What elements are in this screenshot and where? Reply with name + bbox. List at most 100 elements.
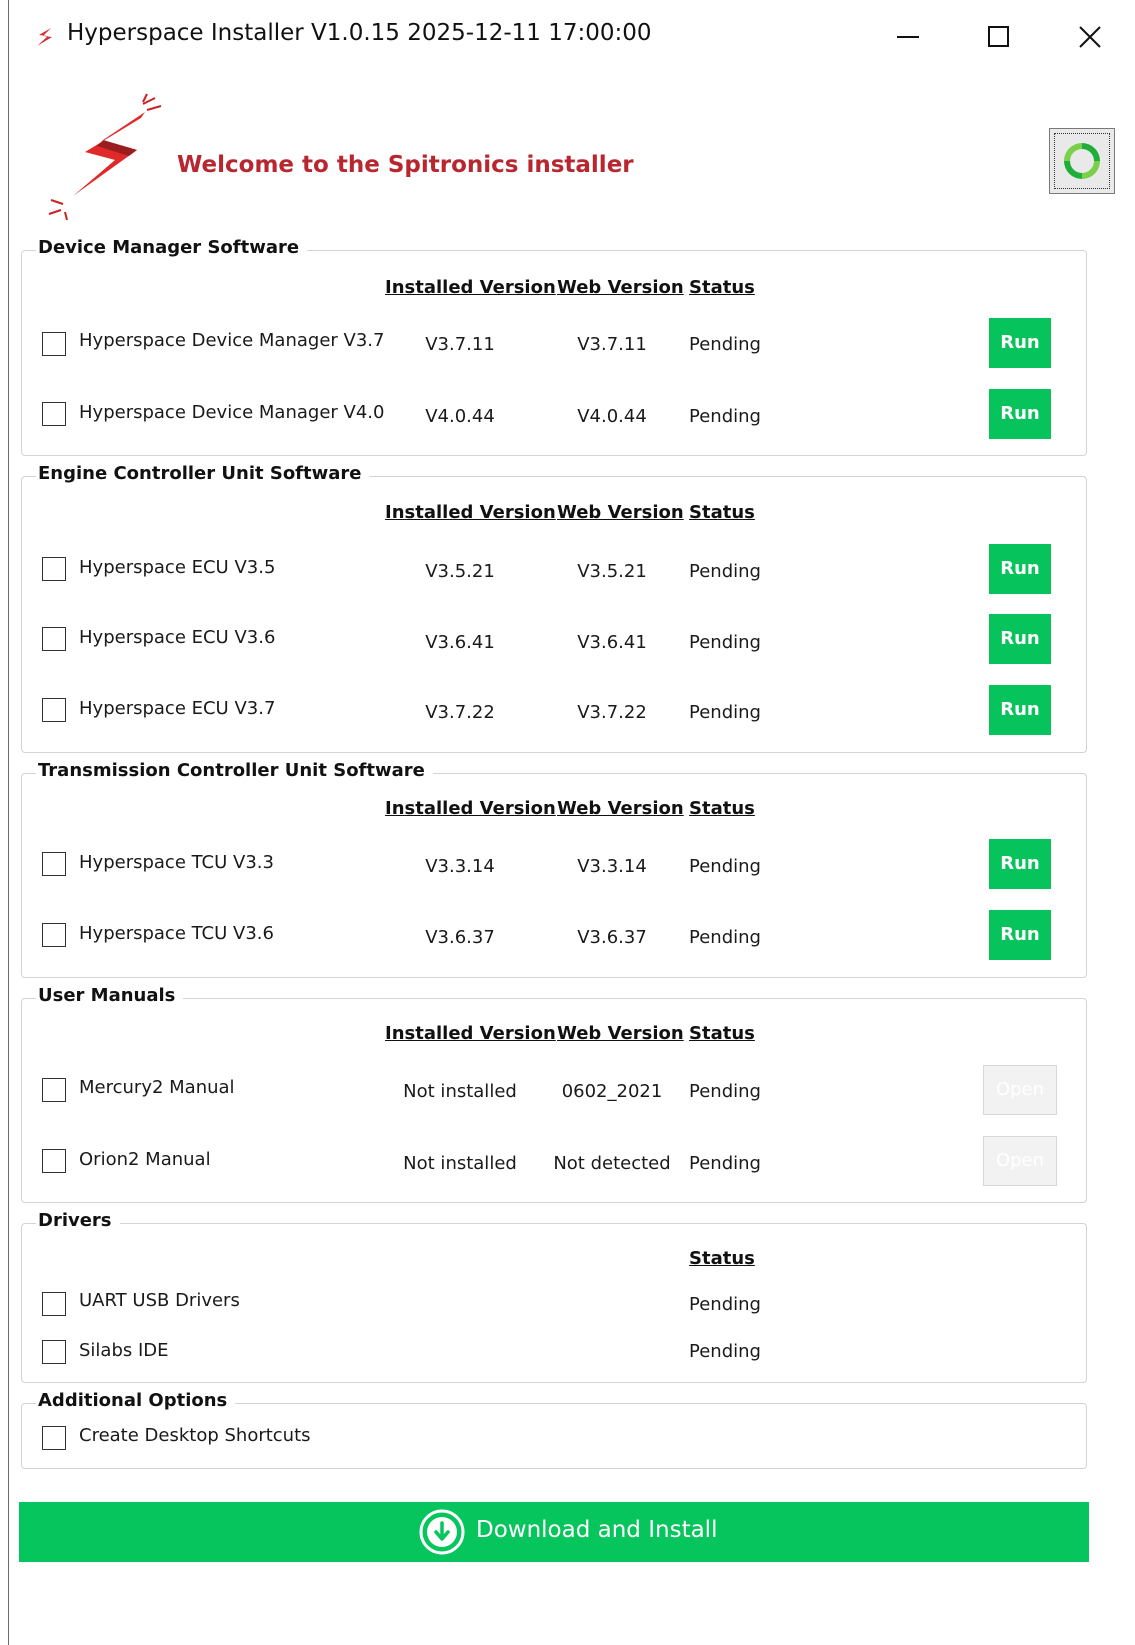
group-device-manager: Device Manager Software Installed Versio… (21, 237, 1087, 456)
installer-window: Hyperspace Installer V1.0.15 2025-12-11 … (8, 0, 1135, 1645)
status: Pending (689, 927, 761, 948)
item-name: Mercury2 Manual (79, 1077, 235, 1098)
run-button[interactable]: Run (989, 685, 1051, 735)
lightning-icon (37, 28, 52, 46)
checkbox-ecu-v37[interactable] (42, 698, 66, 722)
run-button[interactable]: Run (989, 839, 1051, 889)
status: Pending (689, 856, 761, 877)
col-status: Status (689, 502, 755, 523)
web-version: V3.6.37 (577, 927, 647, 948)
item-name: Hyperspace TCU V3.3 (79, 852, 274, 873)
run-button[interactable]: Run (989, 318, 1051, 368)
title-bar[interactable]: Hyperspace Installer V1.0.15 2025-12-11 … (9, 0, 1135, 74)
item-name: Create Desktop Shortcuts (79, 1425, 311, 1446)
col-status: Status (689, 1023, 755, 1044)
installed-version: Not installed (403, 1153, 517, 1174)
refresh-icon (1064, 143, 1100, 179)
group-label: Additional Options (36, 1390, 236, 1411)
installed-version: V3.6.37 (425, 927, 495, 948)
col-web-version: Web Version (557, 277, 684, 298)
checkbox-silabs-ide[interactable] (42, 1340, 66, 1364)
group-ecu: Engine Controller Unit Software Installe… (21, 463, 1087, 753)
item-name: UART USB Drivers (79, 1290, 240, 1311)
col-web-version: Web Version (557, 502, 684, 523)
group-user-manuals: User Manuals Installed Version Web Versi… (21, 985, 1087, 1203)
item-name: Hyperspace ECU V3.7 (79, 698, 276, 719)
status: Pending (689, 561, 761, 582)
close-icon (1079, 26, 1101, 48)
checkbox-device-manager-v37[interactable] (42, 332, 66, 356)
item-name: Hyperspace ECU V3.6 (79, 627, 276, 648)
run-button[interactable]: Run (989, 389, 1051, 439)
status: Pending (689, 1153, 761, 1174)
run-button[interactable]: Run (989, 910, 1051, 960)
group-label: Device Manager Software (36, 237, 308, 258)
web-version: V3.7.22 (577, 702, 647, 723)
open-button[interactable]: Open (983, 1065, 1057, 1115)
col-status: Status (689, 798, 755, 819)
installed-version: V3.5.21 (425, 561, 495, 582)
open-button[interactable]: Open (983, 1136, 1057, 1186)
web-version: 0602_2021 (561, 1081, 663, 1102)
installed-version: V4.0.44 (425, 406, 495, 427)
maximize-icon (988, 26, 1009, 47)
status: Pending (689, 1294, 761, 1315)
status: Pending (689, 702, 761, 723)
web-version: V3.5.21 (577, 561, 647, 582)
checkbox-ecu-v35[interactable] (42, 557, 66, 581)
window-title: Hyperspace Installer V1.0.15 2025-12-11 … (67, 20, 652, 46)
item-name: Hyperspace Device Manager V3.7 (79, 330, 385, 351)
status: Pending (689, 632, 761, 653)
checkbox-tcu-v36[interactable] (42, 923, 66, 947)
col-status: Status (689, 277, 755, 298)
web-version: V4.0.44 (577, 406, 647, 427)
checkbox-ecu-v36[interactable] (42, 627, 66, 651)
web-version: V3.3.14 (577, 856, 647, 877)
group-label: User Manuals (36, 985, 184, 1006)
run-button[interactable]: Run (989, 614, 1051, 664)
group-label: Drivers (36, 1210, 120, 1231)
installed-version: V3.7.11 (425, 334, 495, 355)
installed-version: V3.7.22 (425, 702, 495, 723)
item-name: Hyperspace ECU V3.5 (79, 557, 276, 578)
download-icon (419, 1509, 465, 1555)
installed-version: V3.6.41 (425, 632, 495, 653)
refresh-button[interactable] (1049, 128, 1115, 194)
close-button[interactable] (1046, 0, 1134, 74)
download-and-install-label: Download and Install (476, 1517, 718, 1543)
col-installed-version: Installed Version (385, 502, 556, 523)
item-name: Silabs IDE (79, 1340, 169, 1361)
checkbox-mercury2-manual[interactable] (42, 1078, 66, 1102)
status: Pending (689, 334, 761, 355)
checkbox-device-manager-v40[interactable] (42, 402, 66, 426)
group-tcu: Transmission Controller Unit Software In… (21, 760, 1087, 978)
spitronics-logo (48, 93, 162, 221)
checkbox-uart-usb-drivers[interactable] (42, 1292, 66, 1316)
group-additional-options: Additional Options Create Desktop Shortc… (21, 1390, 1087, 1469)
col-status: Status (689, 1248, 755, 1269)
col-installed-version: Installed Version (385, 1023, 556, 1044)
download-and-install-button[interactable]: Download and Install (19, 1502, 1089, 1562)
col-web-version: Web Version (557, 798, 684, 819)
col-installed-version: Installed Version (385, 277, 556, 298)
group-drivers: Drivers Status UART USB Drivers Pending … (21, 1210, 1087, 1383)
checkbox-tcu-v33[interactable] (42, 852, 66, 876)
col-installed-version: Installed Version (385, 798, 556, 819)
item-name: Orion2 Manual (79, 1149, 211, 1170)
group-label: Engine Controller Unit Software (36, 463, 370, 484)
web-version: V3.7.11 (577, 334, 647, 355)
web-version: Not detected (553, 1153, 671, 1174)
run-button[interactable]: Run (989, 544, 1051, 594)
installed-version: V3.3.14 (425, 856, 495, 877)
web-version: V3.6.41 (577, 632, 647, 653)
status: Pending (689, 406, 761, 427)
minimize-icon (897, 36, 919, 38)
checkbox-orion2-manual[interactable] (42, 1149, 66, 1173)
status: Pending (689, 1341, 761, 1362)
group-label: Transmission Controller Unit Software (36, 760, 433, 781)
checkbox-create-desktop-shortcuts[interactable] (42, 1426, 66, 1450)
minimize-button[interactable] (864, 0, 952, 74)
col-web-version: Web Version (557, 1023, 684, 1044)
welcome-heading: Welcome to the Spitronics installer (177, 152, 634, 178)
maximize-button[interactable] (955, 0, 1043, 74)
